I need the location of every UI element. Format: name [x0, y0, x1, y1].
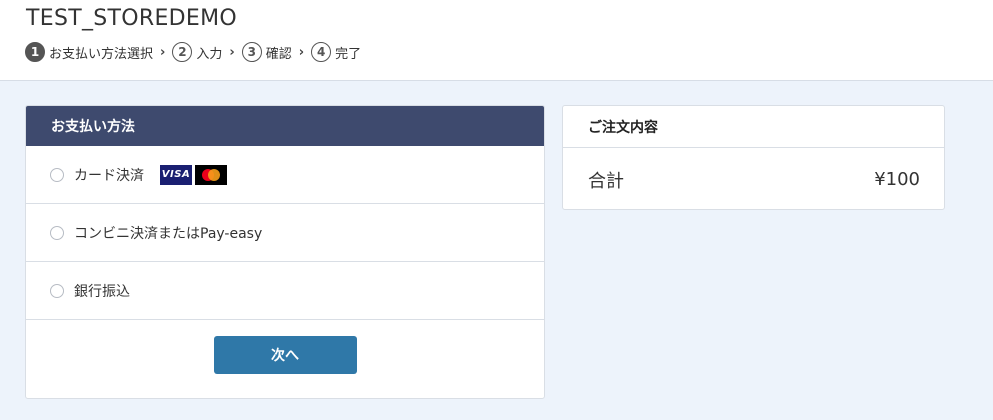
mastercard-logo-icon [195, 164, 227, 185]
checkout-steps: 1 お支払い方法選択 › 2 入力 › 3 確認 › 4 完了 [25, 40, 361, 64]
visa-logo-icon: VISA [160, 164, 192, 185]
radio-button[interactable] [50, 283, 64, 298]
total-value: ¥100 [874, 169, 920, 190]
radio-button[interactable] [50, 167, 64, 182]
option-label: コンビニ決済またはPay-easy [74, 225, 263, 242]
step-1: 1 お支払い方法選択 [25, 42, 153, 62]
payment-option-bank-transfer[interactable]: 銀行振込 [26, 262, 544, 320]
payment-method-heading: お支払い方法 [26, 106, 544, 146]
payment-option-card[interactable]: カード決済 VISA [26, 146, 544, 204]
step-label: 確認 [265, 46, 292, 62]
step-number: 2 [172, 42, 193, 62]
option-label: 銀行振込 [74, 283, 130, 300]
payment-option-convenience[interactable]: コンビニ決済またはPay-easy [26, 204, 544, 262]
button-row: 次へ [26, 320, 544, 390]
next-button[interactable]: 次へ [213, 336, 357, 374]
store-title: TEST_STOREDEMO [26, 6, 237, 31]
card-logos: VISA [160, 164, 227, 185]
step-label: 入力 [196, 46, 223, 62]
step-3: 3 確認 [241, 42, 292, 62]
order-total-row: 合計 ¥100 [563, 148, 944, 211]
chevron-right-icon: › [160, 44, 166, 60]
step-4: 4 完了 [311, 42, 361, 62]
page-header: TEST_STOREDEMO 1 お支払い方法選択 › 2 入力 › 3 確認 … [0, 0, 993, 81]
order-summary-heading: ご注文内容 [563, 106, 944, 148]
step-label: お支払い方法選択 [49, 46, 154, 62]
step-number: 1 [25, 42, 45, 62]
chevron-right-icon: › [229, 44, 235, 60]
option-label: カード決済 [74, 167, 144, 184]
chevron-right-icon: › [298, 44, 305, 60]
payment-method-panel: お支払い方法 カード決済 VISA コンビニ決済またはPay-easy 銀行振込… [25, 105, 545, 399]
step-number: 4 [311, 42, 332, 62]
radio-button[interactable] [50, 225, 64, 240]
step-2: 2 入力 [172, 42, 222, 62]
order-summary-panel: ご注文内容 合計 ¥100 [562, 105, 945, 210]
step-number: 3 [241, 42, 262, 62]
total-label: 合計 [588, 170, 624, 192]
step-label: 完了 [335, 46, 362, 62]
